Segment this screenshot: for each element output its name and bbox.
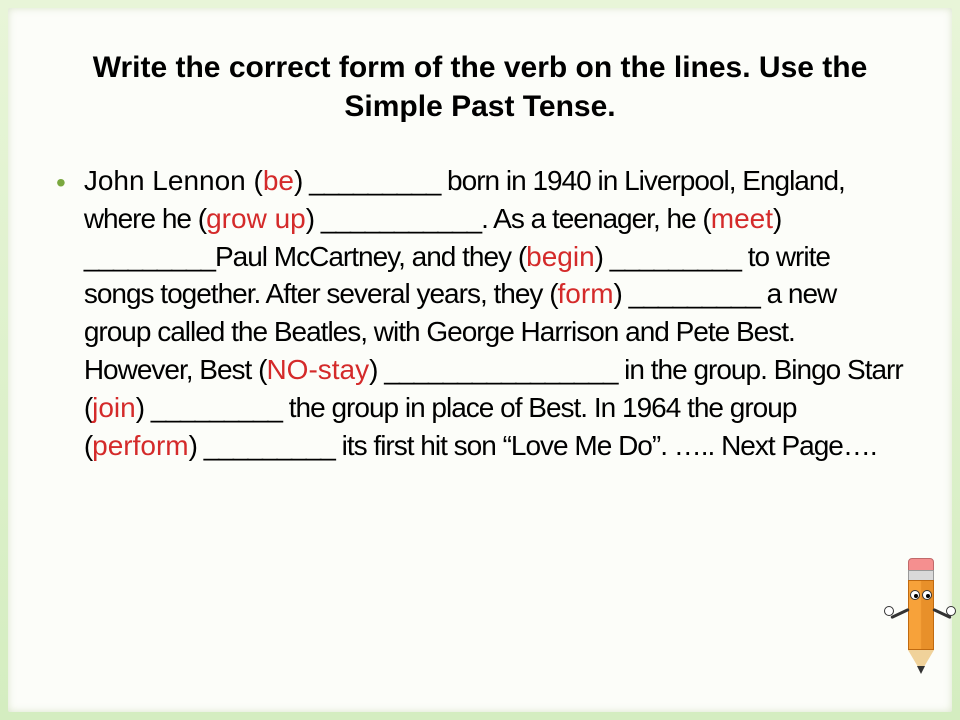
text-run: ) ___________. As a teenager, he ( [306,203,711,234]
verb-hint: perform [92,430,188,461]
verb-hint: begin [526,241,595,272]
verb-hint: form [558,278,614,309]
slide-frame: Write the correct form of the verb on th… [8,8,952,712]
verb-hint: NO-stay [266,354,369,385]
pencil-mascot-icon [886,550,956,690]
bullet-icon: • [56,164,66,202]
text-run: John Lennon ( [84,165,263,196]
verb-hint: join [92,392,136,423]
text-run: ) _________ its first hit son “Love Me D… [189,430,877,461]
slide-title: Write the correct form of the verb on th… [56,48,904,126]
exercise-paragraph: John Lennon (be) _________ born in 1940 … [84,162,904,464]
verb-hint: be [263,165,294,196]
content-row: • John Lennon (be) _________ born in 194… [56,162,904,464]
verb-hint: meet [711,203,773,234]
verb-hint: grow up [206,203,306,234]
